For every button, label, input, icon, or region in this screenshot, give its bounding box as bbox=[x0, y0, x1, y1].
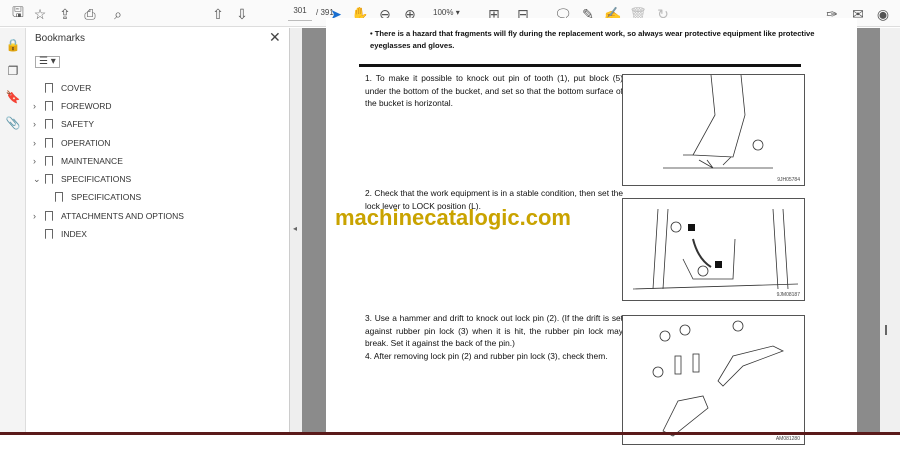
bookmark-item-operation[interactable]: › OPERATION bbox=[33, 134, 110, 152]
scrollbar-thumb[interactable] bbox=[885, 325, 887, 335]
bookmark-item-specifications-child[interactable]: SPECIFICATIONS bbox=[43, 188, 141, 206]
bookmark-label: OPERATION bbox=[61, 138, 111, 148]
left-tool-rail: 🔒 ❐ 🔖 📎 bbox=[0, 28, 26, 435]
bookmark-star-icon[interactable]: ☆ bbox=[30, 4, 50, 24]
bookmark-label: FOREWORD bbox=[61, 101, 112, 111]
figure-lock-lever: 9JM08187 bbox=[622, 198, 805, 301]
bookmark-flag-icon bbox=[45, 229, 53, 239]
page-up-icon[interactable]: ⇧ bbox=[208, 4, 228, 24]
bookmark-flag-icon bbox=[45, 211, 53, 221]
bookmark-label: SAFETY bbox=[61, 119, 95, 129]
search-icon[interactable]: ⌕ bbox=[108, 4, 128, 24]
print-icon[interactable]: ⎙ bbox=[80, 4, 100, 24]
figure-bucket-block: 9JH05784 bbox=[622, 74, 805, 186]
bookmark-label: SPECIFICATIONS bbox=[71, 192, 142, 202]
bookmark-item-cover[interactable]: COVER bbox=[33, 79, 91, 97]
zoom-value: 100% bbox=[433, 8, 454, 17]
figure-code: 9JH05784 bbox=[777, 177, 800, 183]
vertical-scrollbar[interactable] bbox=[880, 28, 900, 435]
close-icon[interactable]: ✕ bbox=[269, 29, 281, 46]
upload-icon[interactable]: ⇪ bbox=[55, 4, 75, 24]
bookmark-flag-icon bbox=[45, 156, 53, 166]
chevron-right-icon[interactable]: › bbox=[33, 211, 45, 221]
bookmark-label: INDEX bbox=[61, 229, 87, 239]
zoom-select[interactable]: 100% ▾ bbox=[433, 8, 460, 17]
chevron-right-icon[interactable]: › bbox=[33, 119, 45, 129]
bookmark-flag-icon bbox=[45, 174, 53, 184]
figure-code: AM081280 bbox=[775, 436, 800, 442]
step-4: 4. After removing lock pin (2) and rubbe… bbox=[365, 351, 608, 361]
lock-icon[interactable]: 🔒 bbox=[5, 38, 21, 54]
watermark: machinecatalogic.com bbox=[335, 205, 571, 230]
bookmark-item-safety[interactable]: › SAFETY bbox=[33, 115, 94, 133]
account-icon[interactable]: ◉ bbox=[873, 4, 893, 24]
bookmark-label: COVER bbox=[61, 83, 92, 93]
cab-lever-illustration bbox=[632, 208, 799, 290]
bookmark-item-attachments[interactable]: › ATTACHMENTS AND OPTIONS bbox=[33, 207, 184, 225]
chevron-right-icon[interactable]: › bbox=[33, 156, 45, 166]
bookmark-item-index[interactable]: INDEX bbox=[33, 225, 87, 243]
page-number-input[interactable]: 301 bbox=[288, 6, 312, 21]
bookmarks-panel: Bookmarks ✕ ☰ ▾ COVER › FOREWORD › SAFETY … bbox=[27, 28, 290, 435]
bookmark-flag-icon bbox=[45, 138, 53, 148]
bookmark-item-maintenance[interactable]: › MAINTENANCE bbox=[33, 152, 123, 170]
bookmark-label: SPECIFICATIONS bbox=[61, 174, 132, 184]
save-icon[interactable]: 🖫 bbox=[8, 4, 28, 24]
bookmark-label: ATTACHMENTS AND OPTIONS bbox=[61, 211, 184, 221]
bookmark-item-specifications[interactable]: ⌄ SPECIFICATIONS bbox=[33, 170, 131, 188]
panel-collapse-handle[interactable]: ◂ bbox=[290, 28, 302, 435]
chevron-down-icon[interactable]: ⌄ bbox=[33, 174, 45, 185]
divider bbox=[359, 64, 801, 67]
bookmark-options-button[interactable]: ☰ ▾ bbox=[35, 56, 60, 68]
figure-code: 9JM08187 bbox=[776, 292, 800, 298]
bookmark-flag-icon bbox=[55, 192, 63, 202]
page-down-icon[interactable]: ⇩ bbox=[232, 4, 252, 24]
document-viewport: • There is a hazard that fragments will … bbox=[302, 18, 889, 445]
bookmarks-title: Bookmarks bbox=[35, 33, 86, 44]
pages-icon[interactable]: ❐ bbox=[5, 64, 21, 80]
bookmark-flag-icon bbox=[45, 83, 53, 93]
bookmark-flag-icon bbox=[45, 101, 53, 111]
step-3: 3. Use a hammer and drift to knock out l… bbox=[365, 313, 623, 348]
step-1: 1. To make it possible to knock out pin … bbox=[365, 73, 623, 108]
bookmark-item-foreword[interactable]: › FOREWORD bbox=[33, 97, 112, 115]
chevron-right-icon[interactable]: › bbox=[33, 138, 45, 148]
bucket-illustration bbox=[663, 74, 773, 169]
chevron-left-icon[interactable]: ◂ bbox=[293, 224, 297, 233]
chevron-right-icon[interactable]: › bbox=[33, 101, 45, 111]
bookmark-icon[interactable]: 🔖 bbox=[5, 90, 21, 106]
attachment-icon[interactable]: 📎 bbox=[5, 116, 21, 132]
bookmark-label: MAINTENANCE bbox=[61, 156, 123, 166]
warning-text: • There is a hazard that fragments will … bbox=[370, 29, 815, 50]
tooth-pin-illustration bbox=[652, 320, 784, 437]
bookmark-flag-icon bbox=[45, 119, 53, 129]
figure-tooth-pins: AM081280 bbox=[622, 315, 805, 445]
